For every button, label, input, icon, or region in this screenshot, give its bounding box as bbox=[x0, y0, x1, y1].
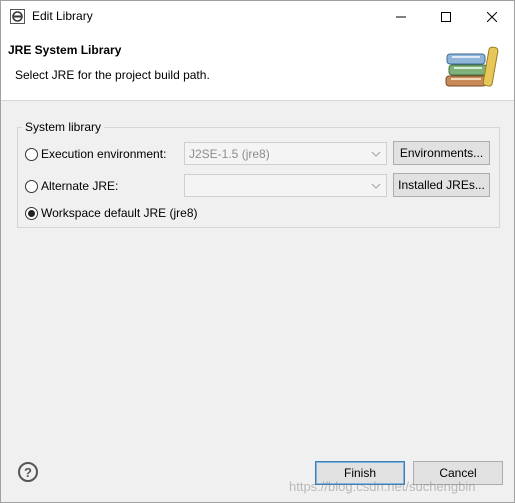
chevron-down-icon bbox=[371, 151, 381, 157]
execution-environment-combo-value: J2SE-1.5 (jre8) bbox=[189, 147, 270, 161]
close-icon bbox=[486, 11, 497, 22]
workspace-default-jre-label: Workspace default JRE (jre8) bbox=[41, 206, 198, 220]
chevron-down-icon bbox=[371, 183, 381, 189]
minimize-button[interactable] bbox=[378, 1, 423, 32]
header-title: JRE System Library bbox=[8, 43, 122, 57]
system-library-label: System library bbox=[22, 120, 105, 134]
watermark-text: https://blog.csdn.net/suchengbin bbox=[289, 479, 476, 494]
installed-jres-button[interactable]: Installed JREs... bbox=[393, 173, 490, 197]
execution-environment-radio[interactable] bbox=[25, 147, 38, 161]
workspace-default-jre-option[interactable]: Workspace default JRE (jre8) bbox=[25, 206, 198, 220]
help-icon[interactable]: ? bbox=[18, 462, 38, 482]
environments-button[interactable]: Environments... bbox=[393, 141, 490, 165]
window-title: Edit Library bbox=[32, 9, 93, 23]
eclipse-app-icon bbox=[10, 9, 25, 24]
close-button[interactable] bbox=[469, 1, 514, 32]
minimize-icon bbox=[395, 16, 406, 17]
maximize-button[interactable] bbox=[423, 1, 468, 32]
edit-library-dialog: Edit Library JRE System Library Select J… bbox=[0, 0, 515, 503]
execution-environment-combo[interactable]: J2SE-1.5 (jre8) bbox=[184, 142, 387, 165]
library-books-icon bbox=[445, 46, 499, 87]
maximize-icon bbox=[440, 11, 451, 22]
execution-environment-option[interactable]: Execution environment: bbox=[25, 147, 166, 161]
workspace-default-jre-radio[interactable] bbox=[25, 206, 38, 220]
title-bar: Edit Library bbox=[1, 1, 514, 32]
execution-environment-label: Execution environment: bbox=[41, 147, 167, 161]
alternate-jre-combo[interactable] bbox=[184, 174, 387, 197]
alternate-jre-radio[interactable] bbox=[25, 179, 38, 193]
header-description: Select JRE for the project build path. bbox=[15, 68, 210, 82]
dialog-header: JRE System Library Select JRE for the pr… bbox=[1, 32, 514, 101]
alternate-jre-option[interactable]: Alternate JRE: bbox=[25, 179, 118, 193]
alternate-jre-label: Alternate JRE: bbox=[41, 179, 119, 193]
